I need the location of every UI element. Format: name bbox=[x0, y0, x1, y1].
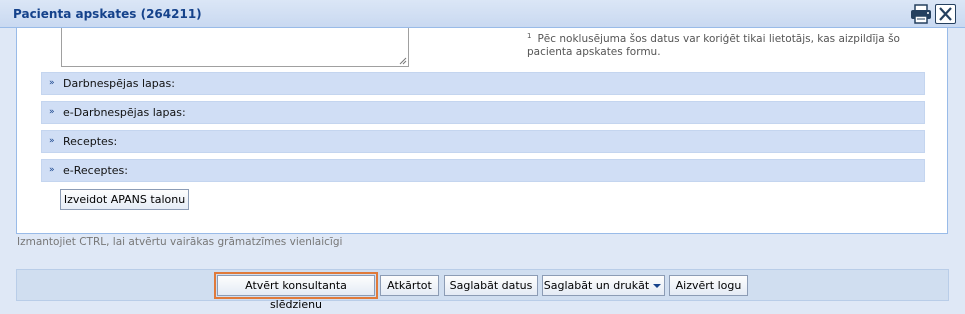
form-content-panel: 1 Pēc noklusējuma šos datus var koriģēt t… bbox=[16, 28, 948, 234]
window-title: Pacienta apskates (264211) bbox=[13, 7, 202, 21]
double-chevron-down-icon: » bbox=[49, 107, 55, 117]
save-and-print-dropdown-arrow[interactable] bbox=[650, 275, 665, 296]
close-window-button[interactable]: Aizvērt logu bbox=[669, 275, 748, 296]
close-button[interactable] bbox=[935, 4, 956, 24]
resize-grip-icon[interactable] bbox=[399, 57, 407, 65]
repeat-button[interactable]: Atkārtot bbox=[380, 275, 439, 296]
print-button[interactable] bbox=[909, 4, 933, 24]
section-e-receptes[interactable]: » e-Receptes: bbox=[41, 159, 925, 182]
printer-icon bbox=[911, 4, 931, 24]
open-consultant-conclusion-button[interactable]: Atvērt konsultanta slēdzienu bbox=[214, 272, 378, 311]
section-label: Darbnespējas lapas: bbox=[63, 77, 175, 90]
footnote-text: Pēc noklusējuma šos datus var koriģēt ti… bbox=[527, 33, 900, 58]
save-data-button[interactable]: Saglabāt datus bbox=[444, 275, 538, 296]
section-receptes[interactable]: » Receptes: bbox=[41, 130, 925, 153]
double-chevron-down-icon: » bbox=[49, 78, 55, 88]
double-chevron-down-icon: » bbox=[49, 136, 55, 146]
section-label: e-Darbnespējas lapas: bbox=[63, 106, 186, 119]
create-apans-button[interactable]: Izveidot APANS talonu bbox=[60, 189, 189, 210]
save-and-print-button[interactable]: Saglabāt un drukāt bbox=[542, 275, 651, 296]
footnote-marker: 1 bbox=[527, 32, 532, 40]
double-chevron-down-icon: » bbox=[49, 165, 55, 175]
section-label: Receptes: bbox=[63, 135, 118, 148]
section-e-darbnespejas-lapas[interactable]: » e-Darbnespējas lapas: bbox=[41, 101, 925, 124]
close-icon bbox=[939, 7, 952, 21]
section-darbnespejas-lapas[interactable]: » Darbnespējas lapas: bbox=[41, 72, 925, 95]
section-label: e-Receptes: bbox=[63, 164, 128, 177]
notes-textarea[interactable] bbox=[61, 28, 409, 67]
ctrl-hint-text: Izmantojiet CTRL, lai atvērtu vairākas g… bbox=[17, 236, 343, 248]
footnote: 1 Pēc noklusējuma šos datus var koriģēt t… bbox=[527, 30, 937, 59]
window-titlebar: Pacienta apskates (264211) bbox=[0, 0, 965, 28]
